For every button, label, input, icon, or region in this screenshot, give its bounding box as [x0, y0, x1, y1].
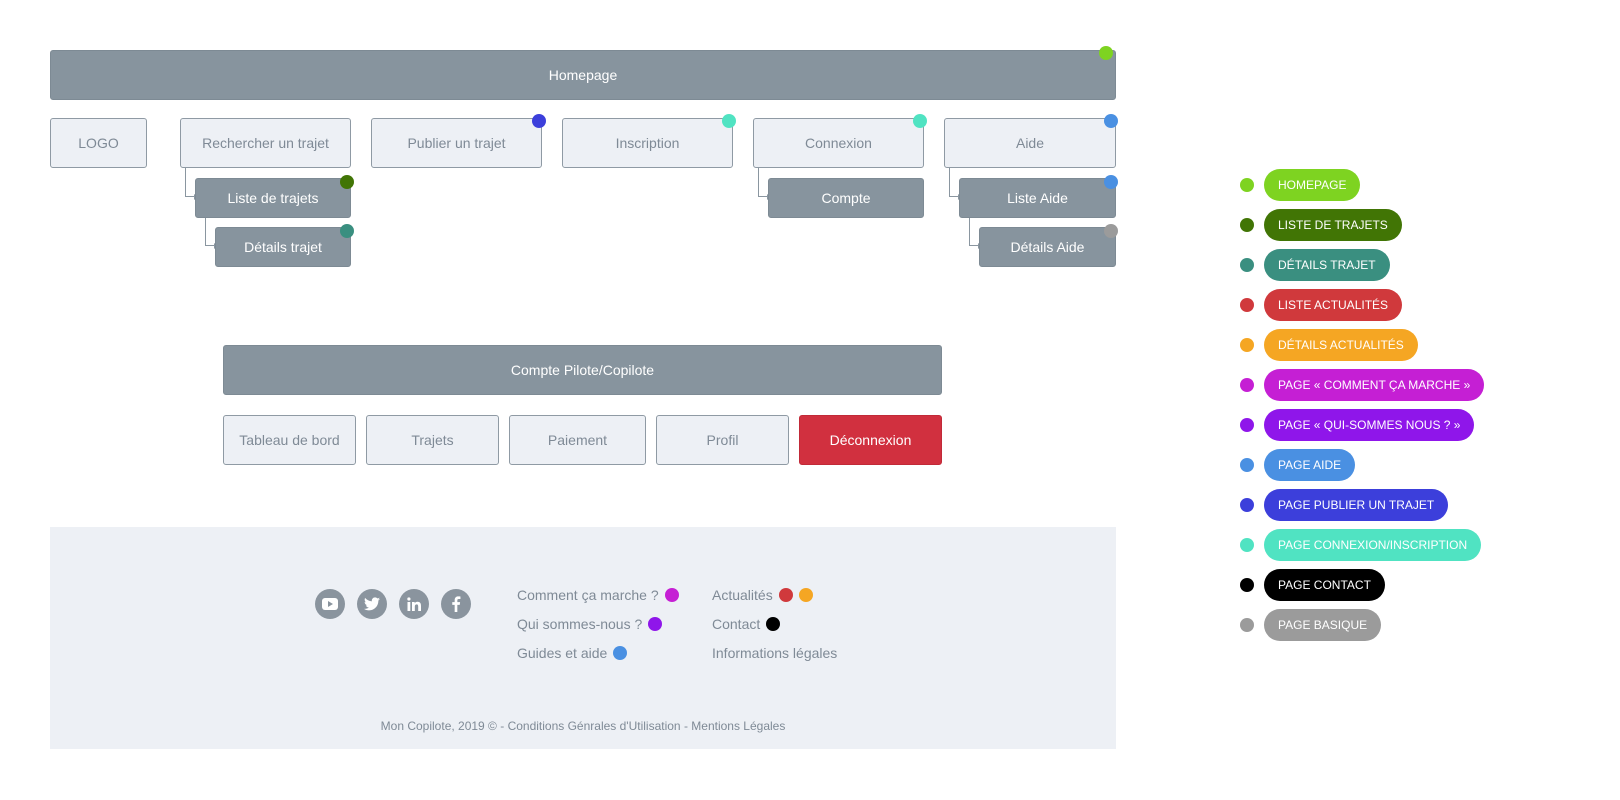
- legend-label: PAGE « QUI-SOMMES NOUS ? »: [1264, 409, 1475, 441]
- legend-item: PAGE « QUI-SOMMES NOUS ? »: [1240, 409, 1475, 441]
- node-rechercher-trajet: Rechercher un trajet: [180, 118, 351, 168]
- legend-item: PAGE BASIQUE: [1240, 609, 1382, 641]
- legend-item: PAGE AIDE: [1240, 449, 1356, 481]
- connector-liste-details: [205, 218, 218, 249]
- node-liste-trajets: Liste de trajets: [195, 178, 351, 218]
- legend-label: PAGE PUBLIER UN TRAJET: [1264, 489, 1449, 521]
- footer-link-infos-label: Informations légales: [712, 645, 838, 661]
- legend-dot: [1240, 298, 1254, 312]
- node-profil: Profil: [656, 415, 789, 465]
- legend-item: PAGE PUBLIER UN TRAJET: [1240, 489, 1449, 521]
- node-details-trajet: Détails trajet: [215, 227, 351, 267]
- legend-dot: [1240, 378, 1254, 392]
- node-publier-trajet: Publier un trajet: [371, 118, 542, 168]
- legend-label: PAGE BASIQUE: [1264, 609, 1382, 641]
- legend-item: PAGE « COMMENT ÇA MARCHE »: [1240, 369, 1485, 401]
- node-inscription: Inscription: [562, 118, 733, 168]
- marker-inscription: [722, 114, 736, 128]
- youtube-icon: [315, 589, 345, 619]
- marker-contact: [766, 617, 781, 631]
- node-aide: Aide: [944, 118, 1116, 168]
- node-logo: LOGO: [50, 118, 147, 168]
- footer-link-actualites-label: Actualités: [712, 587, 773, 603]
- footer-link-contact-label: Contact: [712, 616, 761, 632]
- footer-link-qui-label: Qui sommes-nous ?: [517, 616, 643, 632]
- node-homepage: Homepage: [50, 50, 1116, 100]
- marker-details-trajet: [340, 224, 354, 238]
- footer-link-guides: Guides et aide: [517, 645, 628, 661]
- marker-liste-trajets: [340, 175, 354, 189]
- linkedin-icon: [399, 589, 429, 619]
- legend-item: DÉTAILS TRAJET: [1240, 249, 1390, 281]
- legend-label: DÉTAILS ACTUALITÉS: [1264, 329, 1418, 361]
- footer-link-actualites: Actualités: [712, 587, 813, 603]
- legend-label: PAGE CONTACT: [1264, 569, 1385, 601]
- legend-item: DÉTAILS ACTUALITÉS: [1240, 329, 1418, 361]
- legend-item: LISTE ACTUALITÉS: [1240, 289, 1403, 321]
- legend-dot: [1240, 618, 1254, 632]
- legend-label: PAGE AIDE: [1264, 449, 1356, 481]
- connector-liste-aide-details: [969, 218, 982, 249]
- legend-item: HOMEPAGE: [1240, 169, 1361, 201]
- node-compte: Compte: [768, 178, 924, 218]
- footer-link-infos: Informations légales: [712, 645, 837, 661]
- twitter-icon: [357, 589, 387, 619]
- legend-dot: [1240, 338, 1254, 352]
- legend-label: DÉTAILS TRAJET: [1264, 249, 1390, 281]
- footer-copyright: Mon Copilote, 2019 © - Conditions Génral…: [380, 719, 786, 733]
- footer-link-qui: Qui sommes-nous ?: [517, 616, 663, 632]
- marker-homepage: [1099, 46, 1113, 60]
- marker-guides: [613, 646, 628, 660]
- marker-details-actualites: [798, 588, 813, 602]
- connector-aide-liste: [949, 168, 962, 200]
- legend-dot: [1240, 578, 1254, 592]
- legend-dot: [1240, 178, 1254, 192]
- legend-label: LISTE ACTUALITÉS: [1264, 289, 1403, 321]
- node-paiement: Paiement: [509, 415, 646, 465]
- legend-dot: [1240, 418, 1254, 432]
- marker-aide: [1104, 114, 1118, 128]
- legend-label: PAGE CONNEXION/INSCRIPTION: [1264, 529, 1482, 561]
- legend-dot: [1240, 538, 1254, 552]
- legend-dot: [1240, 498, 1254, 512]
- connector-connexion-compte: [758, 168, 771, 200]
- node-connexion: Connexion: [753, 118, 924, 168]
- legend-item: PAGE CONNEXION/INSCRIPTION: [1240, 529, 1482, 561]
- marker-comment: [664, 588, 679, 602]
- marker-liste-actualites: [778, 588, 793, 602]
- footer-link-guides-label: Guides et aide: [517, 645, 608, 661]
- footer-link-contact: Contact: [712, 616, 781, 632]
- legend-item: PAGE CONTACT: [1240, 569, 1385, 601]
- node-details-aide: Détails Aide: [979, 227, 1116, 267]
- legend-dot: [1240, 218, 1254, 232]
- legend-label: HOMEPAGE: [1264, 169, 1361, 201]
- footer-link-comment-label: Comment ça marche ?: [517, 587, 659, 603]
- marker-liste-aide: [1104, 175, 1118, 189]
- marker-publier: [532, 114, 546, 128]
- legend-label: LISTE DE TRAJETS: [1264, 209, 1402, 241]
- node-liste-aide: Liste Aide: [959, 178, 1116, 218]
- marker-details-aide: [1104, 224, 1118, 238]
- footer-wireframe: Comment ça marche ? Qui sommes-nous ? Gu…: [50, 527, 1116, 749]
- node-deconnexion: Déconnexion: [799, 415, 942, 465]
- marker-qui: [648, 617, 663, 631]
- legend-label: PAGE « COMMENT ÇA MARCHE »: [1264, 369, 1485, 401]
- node-compte-pilote: Compte Pilote/Copilote: [223, 345, 942, 395]
- legend-dot: [1240, 258, 1254, 272]
- connector-rechercher-liste: [185, 168, 198, 200]
- facebook-icon: [441, 589, 471, 619]
- legend-item: LISTE DE TRAJETS: [1240, 209, 1402, 241]
- legend-dot: [1240, 458, 1254, 472]
- node-trajets: Trajets: [366, 415, 499, 465]
- node-tableau-de-bord: Tableau de bord: [223, 415, 356, 465]
- marker-connexion: [913, 114, 927, 128]
- footer-link-comment: Comment ça marche ?: [517, 587, 679, 603]
